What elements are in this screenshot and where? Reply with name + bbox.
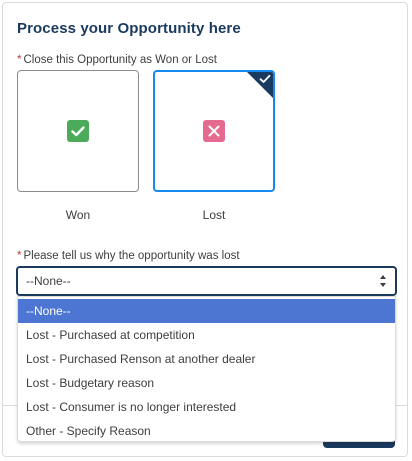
reason-field-label: * Please tell us why the opportunity was … xyxy=(17,250,240,262)
reason-option[interactable]: Lost - Purchased Renson at another deale… xyxy=(18,347,395,371)
reason-select[interactable]: --None-- xyxy=(16,266,397,296)
reason-option[interactable]: Lost - Purchased at competition xyxy=(18,323,395,347)
reason-select-value: --None-- xyxy=(26,274,71,288)
lost-choice-tile[interactable] xyxy=(153,70,275,192)
reason-option[interactable]: --None-- xyxy=(18,299,395,323)
reason-dropdown-list: --None-- Lost - Purchased at competition… xyxy=(17,296,396,442)
close-icon xyxy=(203,120,225,142)
close-field-label: * Close this Opportunity as Won or Lost xyxy=(17,54,217,66)
select-arrows-icon xyxy=(380,275,386,287)
won-choice-tile[interactable] xyxy=(17,70,139,192)
check-icon xyxy=(67,120,89,142)
reason-field-label-text: Please tell us why the opportunity was l… xyxy=(23,250,240,262)
reason-option[interactable]: Lost - Consumer is no longer interested xyxy=(18,395,395,419)
close-field-label-text: Close this Opportunity as Won or Lost xyxy=(23,54,217,66)
required-mark: * xyxy=(17,250,22,262)
page-title: Process your Opportunity here xyxy=(17,20,241,37)
won-label: Won xyxy=(65,208,91,222)
required-mark: * xyxy=(17,54,22,66)
selected-check-icon xyxy=(259,74,271,83)
reason-option[interactable]: Other - Specify Reason xyxy=(18,419,395,443)
lost-label: Lost xyxy=(202,208,226,222)
reason-option[interactable]: Lost - Budgetary reason xyxy=(18,371,395,395)
